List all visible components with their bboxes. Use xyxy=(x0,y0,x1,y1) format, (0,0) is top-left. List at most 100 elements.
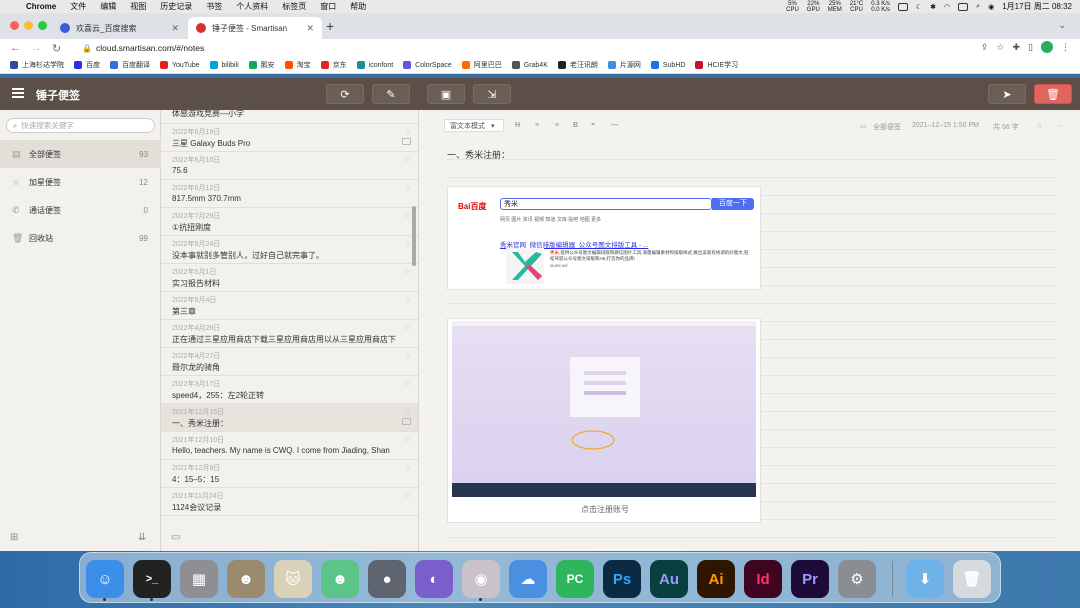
star-icon[interactable]: ☆ xyxy=(404,295,411,304)
finder-icon[interactable]: ☺ xyxy=(86,560,124,598)
bookmark-item[interactable]: 百度 xyxy=(74,60,100,70)
zoom-window-button[interactable] xyxy=(38,21,47,30)
pycharm-icon[interactable]: PC xyxy=(556,560,594,598)
bookmark-item[interactable]: HCIE学习 xyxy=(695,60,738,70)
star-icon[interactable]: ☆ xyxy=(404,267,411,276)
list-item[interactable]: 2022年6月12日 817.5mm 370.7mm ☆ xyxy=(161,180,418,208)
bookmark-item[interactable]: 京东 xyxy=(320,60,347,70)
list-item[interactable]: 2022年7月29日 ①抗扭刚度 ☆ xyxy=(161,208,418,236)
list-item[interactable]: 2022年3月17日 speed4，255：左2轮正转 ☆ xyxy=(161,376,418,404)
bookmark-item[interactable]: bilibili xyxy=(209,61,239,69)
list-item[interactable]: 2022年6月10日 75.6 ☆ xyxy=(161,152,418,180)
launchpad-icon[interactable]: ▦ xyxy=(180,560,218,598)
bookmark-item[interactable]: 老汪讯朗 xyxy=(557,60,598,70)
bold-button[interactable]: B xyxy=(573,122,578,129)
sidebar-item-call-notes[interactable]: ✆ 通话便签 0 xyxy=(0,196,161,224)
move-note-button[interactable]: ⇲ xyxy=(473,84,511,104)
ordered-list-button[interactable]: ≡ xyxy=(555,122,559,129)
search-input[interactable]: ⌕ 快速搜索关键字 xyxy=(6,118,155,133)
new-tab-icon[interactable]: + xyxy=(326,18,334,34)
menu-bookmarks[interactable]: 书签 xyxy=(206,1,222,12)
close-window-button[interactable] xyxy=(10,21,19,30)
star-icon[interactable]: ☆ xyxy=(404,211,411,220)
photoshop-icon[interactable]: Ps xyxy=(603,560,641,598)
moon-icon[interactable]: ☾ xyxy=(916,3,922,11)
star-icon[interactable]: ☆ xyxy=(404,183,411,192)
system-preferences-icon[interactable]: ⚙ xyxy=(838,560,876,598)
cloud-icon[interactable]: ☁ xyxy=(509,560,547,598)
downloads-folder-icon[interactable]: ⬇ xyxy=(906,560,944,598)
quote-button[interactable]: ❞ xyxy=(591,122,595,130)
menu-view[interactable]: 视图 xyxy=(130,1,146,12)
minimize-window-button[interactable] xyxy=(24,21,33,30)
divider-button[interactable]: — xyxy=(611,122,618,129)
bookmark-item[interactable]: 百度翻译 xyxy=(110,60,150,70)
menu-profile[interactable]: 个人资料 xyxy=(236,1,268,12)
hamburger-menu-icon[interactable] xyxy=(12,88,24,98)
list-item[interactable]: 2022年5月4日 第三章 ☆ xyxy=(161,292,418,320)
bookmark-item[interactable]: ColorSpace xyxy=(403,61,452,69)
list-item[interactable]: 2022年4月28日 正在通过三星应用商店下载三星应用商店用以从三星应用商店下 … xyxy=(161,320,418,348)
share-icon[interactable]: ⇪ xyxy=(981,42,989,53)
sidebar-item-all-notes[interactable]: ▤ 全部便签 93 xyxy=(0,140,161,168)
sidebar-item-trash[interactable]: 🗑 回收站 99 xyxy=(0,224,161,252)
star-icon[interactable]: ☆ xyxy=(404,491,411,500)
list-item[interactable]: 体感游戏竞赛—小学 xyxy=(161,110,418,124)
star-icon[interactable]: ☆ xyxy=(404,463,411,472)
list-item[interactable]: 2021年11月24日 1124会议记录 ☆ xyxy=(161,488,418,516)
bookmark-star-icon[interactable]: ☆ xyxy=(996,42,1004,53)
list-item[interactable]: 2021年12月9日 4：15–5：15 ☆ xyxy=(161,460,418,488)
bookmark-item[interactable]: 鹅安 xyxy=(248,60,275,70)
indesign-icon[interactable]: Id xyxy=(744,560,782,598)
wifi-icon[interactable]: ◠ xyxy=(944,3,950,11)
list-item[interactable]: 2022年6月19日 三星 Galaxy Buds Pro ☆ xyxy=(161,124,418,152)
control-center-icon[interactable]: ◉ xyxy=(988,3,994,11)
list-button[interactable]: ≡ xyxy=(535,122,539,129)
profile-avatar[interactable] xyxy=(1041,41,1053,53)
android-icon[interactable]: ☻ xyxy=(321,560,359,598)
star-icon[interactable]: ☆ xyxy=(404,351,411,360)
share-note-button[interactable]: ➤ xyxy=(988,84,1026,104)
list-item[interactable]: 2022年4月27日 聂尔龙的骑角 ☆ xyxy=(161,348,418,376)
planet-icon[interactable]: ◐ xyxy=(415,560,453,598)
sidebar-item-starred[interactable]: ☆ 加星便签 12 xyxy=(0,168,161,196)
star-icon[interactable]: ☆ xyxy=(404,239,411,248)
star-icon[interactable]: ☆ xyxy=(404,323,411,332)
close-tab-icon[interactable]: ✕ xyxy=(171,23,179,34)
close-tab-icon[interactable]: ✕ xyxy=(306,23,314,34)
premiere-icon[interactable]: Pr xyxy=(791,560,829,598)
menu-app-name[interactable]: Chrome xyxy=(26,2,56,11)
sync-button[interactable]: ⟳ xyxy=(326,84,364,104)
list-item[interactable]: 2021年12月15日 一、秀米注册： ☆ xyxy=(161,404,418,432)
tab-baidu[interactable]: 欢喜云_百度搜索 ✕ xyxy=(52,17,187,39)
bookmark-item[interactable]: iconfont xyxy=(356,61,393,69)
list-item[interactable]: 2022年5月24日 没本事就别多管别人，过好自己就完事了。 ☆ xyxy=(161,236,418,264)
bookmark-item[interactable]: YouTube xyxy=(160,61,200,69)
sidebar-panel-icon[interactable]: ▯ xyxy=(1028,42,1033,53)
bomb-icon[interactable]: ● xyxy=(368,560,406,598)
heading-button[interactable]: H xyxy=(515,122,520,129)
character-icon[interactable]: ☻ xyxy=(227,560,265,598)
bookmark-item[interactable]: 阿里巴巴 xyxy=(461,60,502,70)
note-list-scrollbar[interactable] xyxy=(412,206,416,266)
star-icon[interactable]: ☆ xyxy=(1036,122,1042,130)
audition-icon[interactable]: Au xyxy=(650,560,688,598)
tab-search-icon[interactable]: ⌄ xyxy=(1058,20,1066,31)
menu-file[interactable]: 文件 xyxy=(70,1,86,12)
menu-window[interactable]: 窗口 xyxy=(320,1,336,12)
bluetooth-icon[interactable]: ✱ xyxy=(930,3,936,11)
back-icon[interactable]: ← xyxy=(10,42,21,55)
clock-text[interactable]: 1月17日 周二 08:32 xyxy=(1002,1,1072,12)
search-menubar-icon[interactable]: ⌕ xyxy=(976,3,980,11)
bookmark-item[interactable]: 淘宝 xyxy=(284,60,311,70)
menu-help[interactable]: 帮助 xyxy=(350,1,366,12)
screen-icon[interactable] xyxy=(897,2,908,11)
chrome-icon[interactable]: ◉ xyxy=(462,560,500,598)
more-menu-icon[interactable]: ⋮ xyxy=(1061,42,1070,53)
menu-tab[interactable]: 标签页 xyxy=(282,1,306,12)
insert-image-button[interactable]: ▣ xyxy=(427,84,465,104)
more-options-icon[interactable]: ⋯ xyxy=(1056,122,1063,130)
list-item[interactable]: 2022年5月1日 实习报告材料 ☆ xyxy=(161,264,418,292)
bookmark-item[interactable]: 上海杉达学院 xyxy=(10,60,64,70)
delete-note-button[interactable]: 🗑 xyxy=(1034,84,1072,104)
